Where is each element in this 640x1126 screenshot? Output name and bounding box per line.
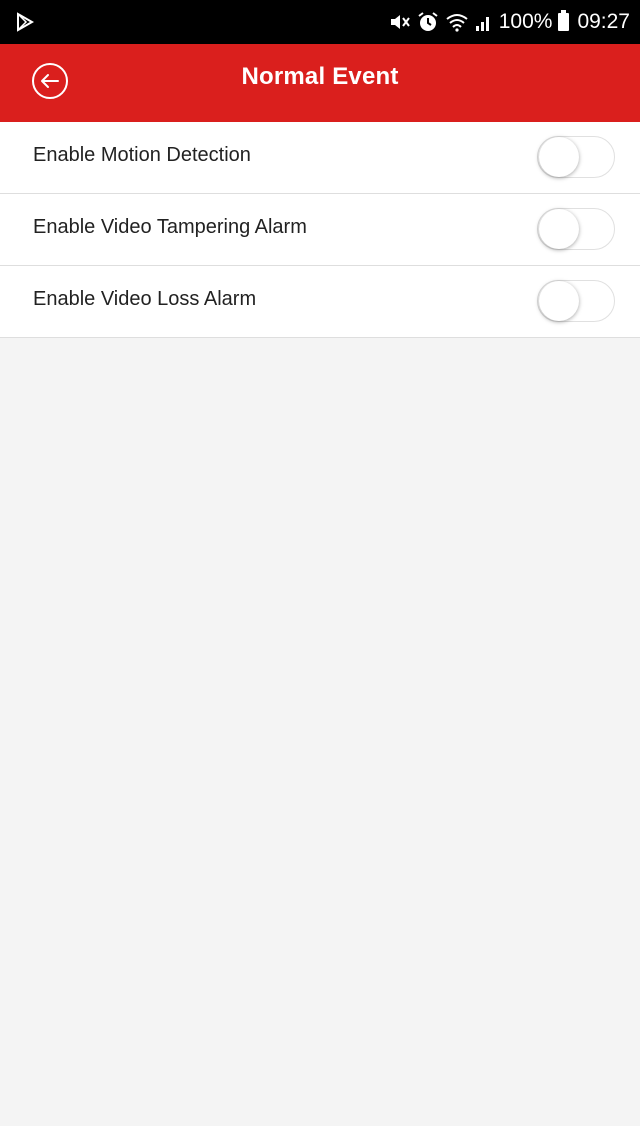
status-bar: 100% 09:27 [0, 0, 640, 44]
clock-time: 09:27 [577, 10, 630, 33]
play-store-icon [14, 11, 36, 33]
status-indicators: 100% 09:27 [389, 0, 630, 44]
signal-icon [475, 12, 493, 32]
wifi-icon [445, 12, 469, 32]
battery-icon [558, 10, 570, 31]
page-title: Normal Event [241, 63, 399, 90]
toggle-knob [539, 209, 579, 249]
alarm-icon [417, 11, 439, 33]
setting-row-motion-detection: Enable Motion Detection [0, 122, 640, 194]
battery-percentage: 100% [498, 10, 553, 33]
settings-list: Enable Motion Detection Enable Video Tam… [0, 122, 640, 338]
video-tampering-toggle[interactable] [537, 208, 615, 250]
video-loss-toggle[interactable] [537, 280, 615, 322]
toggle-knob [539, 137, 579, 177]
empty-content-area [0, 338, 640, 1126]
setting-label: Enable Motion Detection [33, 144, 251, 166]
toggle-knob [539, 281, 579, 321]
setting-label: Enable Video Loss Alarm [33, 288, 257, 310]
setting-row-video-tampering: Enable Video Tampering Alarm [0, 194, 640, 266]
motion-detection-toggle[interactable] [537, 136, 615, 178]
app-header: Normal Event [0, 44, 640, 122]
setting-row-video-loss: Enable Video Loss Alarm [0, 266, 640, 338]
mute-icon [389, 12, 411, 32]
setting-label: Enable Video Tampering Alarm [33, 216, 307, 238]
